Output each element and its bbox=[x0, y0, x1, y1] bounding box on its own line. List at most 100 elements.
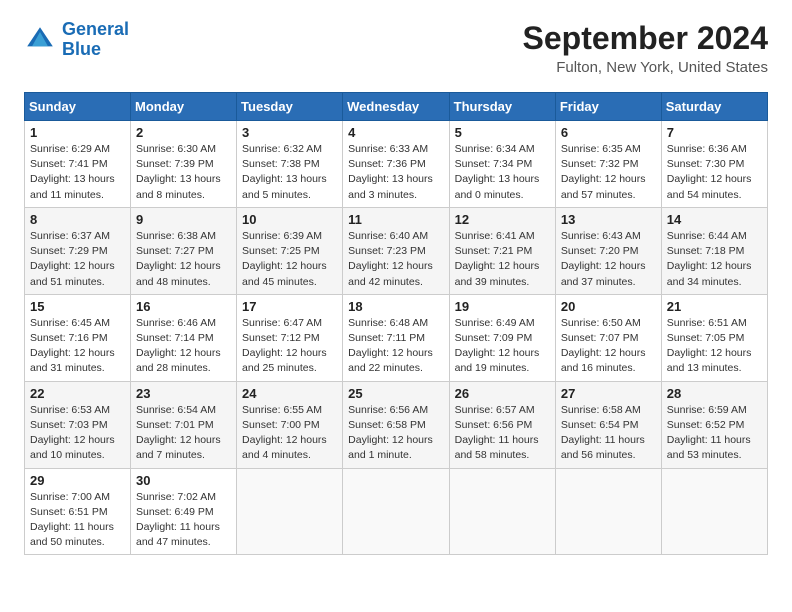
day-number: 2 bbox=[136, 125, 231, 140]
calendar-cell: 3 Sunrise: 6:32 AM Sunset: 7:38 PM Dayli… bbox=[237, 121, 343, 208]
day-info: Sunrise: 7:00 AM Sunset: 6:51 PM Dayligh… bbox=[30, 490, 125, 551]
day-number: 20 bbox=[561, 299, 656, 314]
calendar-cell: 26 Sunrise: 6:57 AM Sunset: 6:56 PM Dayl… bbox=[449, 381, 555, 468]
day-info: Sunrise: 6:29 AM Sunset: 7:41 PM Dayligh… bbox=[30, 142, 125, 203]
day-number: 26 bbox=[455, 386, 550, 401]
day-info: Sunrise: 6:33 AM Sunset: 7:36 PM Dayligh… bbox=[348, 142, 443, 203]
calendar-cell bbox=[237, 468, 343, 555]
day-info: Sunrise: 6:34 AM Sunset: 7:34 PM Dayligh… bbox=[455, 142, 550, 203]
calendar-week-row: 8 Sunrise: 6:37 AM Sunset: 7:29 PM Dayli… bbox=[25, 207, 768, 294]
calendar-cell: 1 Sunrise: 6:29 AM Sunset: 7:41 PM Dayli… bbox=[25, 121, 131, 208]
day-info: Sunrise: 6:53 AM Sunset: 7:03 PM Dayligh… bbox=[30, 403, 125, 464]
day-number: 14 bbox=[667, 212, 762, 227]
day-info: Sunrise: 6:45 AM Sunset: 7:16 PM Dayligh… bbox=[30, 316, 125, 377]
calendar-cell: 24 Sunrise: 6:55 AM Sunset: 7:00 PM Dayl… bbox=[237, 381, 343, 468]
page-header: General Blue September 2024 Fulton, New … bbox=[24, 20, 768, 76]
day-number: 10 bbox=[242, 212, 337, 227]
day-number: 19 bbox=[455, 299, 550, 314]
calendar-cell: 12 Sunrise: 6:41 AM Sunset: 7:21 PM Dayl… bbox=[449, 207, 555, 294]
day-number: 13 bbox=[561, 212, 656, 227]
calendar-day-header: Wednesday bbox=[343, 93, 449, 121]
calendar-day-header: Sunday bbox=[25, 93, 131, 121]
calendar-cell: 25 Sunrise: 6:56 AM Sunset: 6:58 PM Dayl… bbox=[343, 381, 449, 468]
calendar-cell bbox=[343, 468, 449, 555]
calendar-cell: 6 Sunrise: 6:35 AM Sunset: 7:32 PM Dayli… bbox=[555, 121, 661, 208]
calendar-cell: 13 Sunrise: 6:43 AM Sunset: 7:20 PM Dayl… bbox=[555, 207, 661, 294]
calendar-cell: 4 Sunrise: 6:33 AM Sunset: 7:36 PM Dayli… bbox=[343, 121, 449, 208]
calendar-cell: 17 Sunrise: 6:47 AM Sunset: 7:12 PM Dayl… bbox=[237, 294, 343, 381]
logo-line2: Blue bbox=[62, 39, 101, 59]
day-info: Sunrise: 6:57 AM Sunset: 6:56 PM Dayligh… bbox=[455, 403, 550, 464]
calendar-body: 1 Sunrise: 6:29 AM Sunset: 7:41 PM Dayli… bbox=[25, 121, 768, 555]
calendar-cell: 22 Sunrise: 6:53 AM Sunset: 7:03 PM Dayl… bbox=[25, 381, 131, 468]
calendar-cell: 10 Sunrise: 6:39 AM Sunset: 7:25 PM Dayl… bbox=[237, 207, 343, 294]
calendar-week-row: 29 Sunrise: 7:00 AM Sunset: 6:51 PM Dayl… bbox=[25, 468, 768, 555]
calendar-cell bbox=[449, 468, 555, 555]
logo: General Blue bbox=[24, 20, 129, 60]
day-info: Sunrise: 6:46 AM Sunset: 7:14 PM Dayligh… bbox=[136, 316, 231, 377]
calendar-cell: 16 Sunrise: 6:46 AM Sunset: 7:14 PM Dayl… bbox=[131, 294, 237, 381]
calendar-day-header: Monday bbox=[131, 93, 237, 121]
logo-icon bbox=[24, 24, 56, 56]
calendar-cell: 18 Sunrise: 6:48 AM Sunset: 7:11 PM Dayl… bbox=[343, 294, 449, 381]
day-number: 27 bbox=[561, 386, 656, 401]
day-info: Sunrise: 6:47 AM Sunset: 7:12 PM Dayligh… bbox=[242, 316, 337, 377]
page-title: September 2024 bbox=[523, 20, 768, 57]
calendar-cell: 11 Sunrise: 6:40 AM Sunset: 7:23 PM Dayl… bbox=[343, 207, 449, 294]
day-info: Sunrise: 6:58 AM Sunset: 6:54 PM Dayligh… bbox=[561, 403, 656, 464]
day-info: Sunrise: 6:41 AM Sunset: 7:21 PM Dayligh… bbox=[455, 229, 550, 290]
day-number: 5 bbox=[455, 125, 550, 140]
day-number: 6 bbox=[561, 125, 656, 140]
calendar-cell: 15 Sunrise: 6:45 AM Sunset: 7:16 PM Dayl… bbox=[25, 294, 131, 381]
day-number: 4 bbox=[348, 125, 443, 140]
day-info: Sunrise: 6:32 AM Sunset: 7:38 PM Dayligh… bbox=[242, 142, 337, 203]
calendar-table: SundayMondayTuesdayWednesdayThursdayFrid… bbox=[24, 92, 768, 555]
calendar-day-header: Friday bbox=[555, 93, 661, 121]
day-info: Sunrise: 6:49 AM Sunset: 7:09 PM Dayligh… bbox=[455, 316, 550, 377]
day-number: 17 bbox=[242, 299, 337, 314]
calendar-cell: 8 Sunrise: 6:37 AM Sunset: 7:29 PM Dayli… bbox=[25, 207, 131, 294]
calendar-cell: 30 Sunrise: 7:02 AM Sunset: 6:49 PM Dayl… bbox=[131, 468, 237, 555]
day-number: 30 bbox=[136, 473, 231, 488]
calendar-cell: 7 Sunrise: 6:36 AM Sunset: 7:30 PM Dayli… bbox=[661, 121, 767, 208]
day-info: Sunrise: 6:44 AM Sunset: 7:18 PM Dayligh… bbox=[667, 229, 762, 290]
calendar-cell bbox=[555, 468, 661, 555]
calendar-cell: 27 Sunrise: 6:58 AM Sunset: 6:54 PM Dayl… bbox=[555, 381, 661, 468]
day-number: 24 bbox=[242, 386, 337, 401]
day-number: 21 bbox=[667, 299, 762, 314]
day-info: Sunrise: 6:50 AM Sunset: 7:07 PM Dayligh… bbox=[561, 316, 656, 377]
calendar-cell: 20 Sunrise: 6:50 AM Sunset: 7:07 PM Dayl… bbox=[555, 294, 661, 381]
calendar-header-row: SundayMondayTuesdayWednesdayThursdayFrid… bbox=[25, 93, 768, 121]
day-number: 3 bbox=[242, 125, 337, 140]
day-info: Sunrise: 6:30 AM Sunset: 7:39 PM Dayligh… bbox=[136, 142, 231, 203]
calendar-cell: 19 Sunrise: 6:49 AM Sunset: 7:09 PM Dayl… bbox=[449, 294, 555, 381]
day-info: Sunrise: 6:37 AM Sunset: 7:29 PM Dayligh… bbox=[30, 229, 125, 290]
day-number: 11 bbox=[348, 212, 443, 227]
calendar-day-header: Saturday bbox=[661, 93, 767, 121]
day-info: Sunrise: 7:02 AM Sunset: 6:49 PM Dayligh… bbox=[136, 490, 231, 551]
calendar-cell: 28 Sunrise: 6:59 AM Sunset: 6:52 PM Dayl… bbox=[661, 381, 767, 468]
calendar-cell: 5 Sunrise: 6:34 AM Sunset: 7:34 PM Dayli… bbox=[449, 121, 555, 208]
calendar-week-row: 22 Sunrise: 6:53 AM Sunset: 7:03 PM Dayl… bbox=[25, 381, 768, 468]
logo-text: General Blue bbox=[62, 20, 129, 60]
logo-line1: General bbox=[62, 19, 129, 39]
day-info: Sunrise: 6:36 AM Sunset: 7:30 PM Dayligh… bbox=[667, 142, 762, 203]
calendar-cell: 9 Sunrise: 6:38 AM Sunset: 7:27 PM Dayli… bbox=[131, 207, 237, 294]
day-info: Sunrise: 6:35 AM Sunset: 7:32 PM Dayligh… bbox=[561, 142, 656, 203]
page-subtitle: Fulton, New York, United States bbox=[523, 59, 768, 76]
day-info: Sunrise: 6:38 AM Sunset: 7:27 PM Dayligh… bbox=[136, 229, 231, 290]
calendar-cell bbox=[661, 468, 767, 555]
day-number: 25 bbox=[348, 386, 443, 401]
day-number: 29 bbox=[30, 473, 125, 488]
day-info: Sunrise: 6:39 AM Sunset: 7:25 PM Dayligh… bbox=[242, 229, 337, 290]
day-info: Sunrise: 6:48 AM Sunset: 7:11 PM Dayligh… bbox=[348, 316, 443, 377]
day-info: Sunrise: 6:56 AM Sunset: 6:58 PM Dayligh… bbox=[348, 403, 443, 464]
calendar-day-header: Tuesday bbox=[237, 93, 343, 121]
day-number: 28 bbox=[667, 386, 762, 401]
day-number: 18 bbox=[348, 299, 443, 314]
day-number: 9 bbox=[136, 212, 231, 227]
calendar-cell: 14 Sunrise: 6:44 AM Sunset: 7:18 PM Dayl… bbox=[661, 207, 767, 294]
day-number: 8 bbox=[30, 212, 125, 227]
calendar-cell: 23 Sunrise: 6:54 AM Sunset: 7:01 PM Dayl… bbox=[131, 381, 237, 468]
calendar-cell: 21 Sunrise: 6:51 AM Sunset: 7:05 PM Dayl… bbox=[661, 294, 767, 381]
